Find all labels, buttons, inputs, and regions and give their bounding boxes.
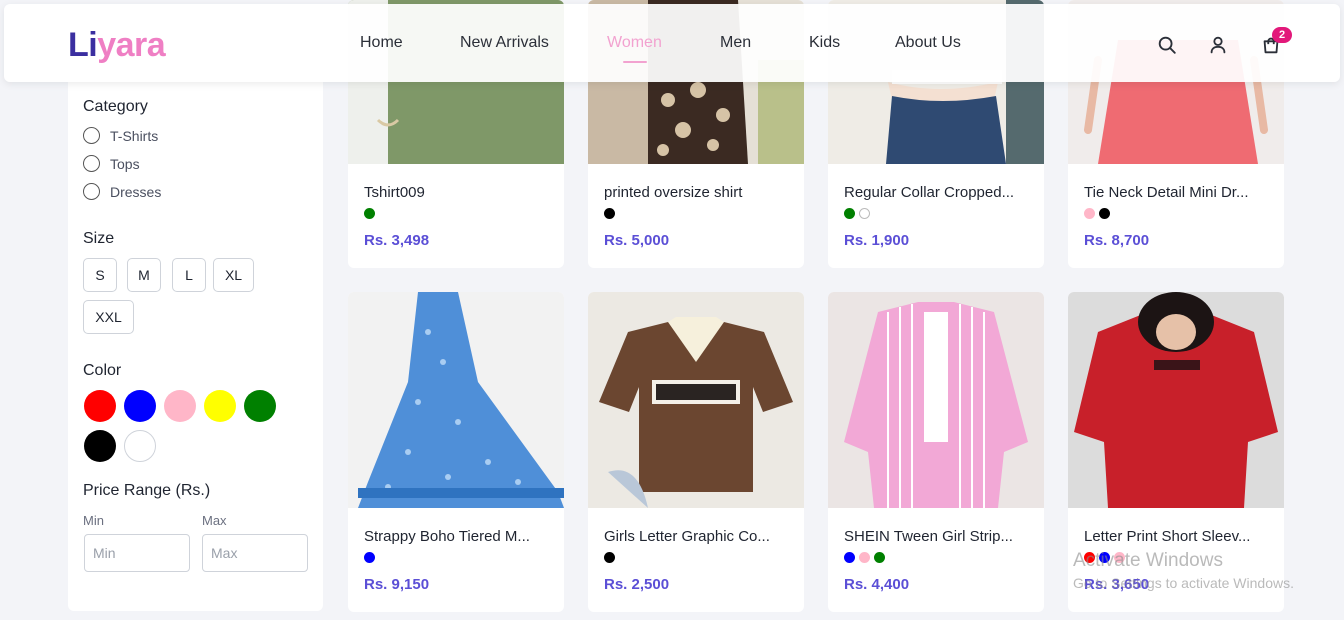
color-swatch-pink[interactable] [164,390,196,422]
nav-about-us[interactable]: About Us [895,34,961,52]
product-color-dots [844,552,885,563]
cart-count-badge: 2 [1272,27,1292,43]
search-icon[interactable] [1156,34,1178,56]
product-color-dots [844,208,870,219]
price-max-label: Max [202,513,227,528]
product-card[interactable]: Girls Letter Graphic Co... Rs. 2,500 [588,292,804,612]
new-york-polo-image [588,292,804,508]
category-option-label: Tops [110,155,140,172]
user-icon[interactable] [1207,34,1229,56]
radio-button[interactable] [83,127,100,144]
product-name[interactable]: Tshirt009 [364,184,425,201]
color-dot [604,552,615,563]
color-dot [1099,208,1110,219]
product-name[interactable]: SHEIN Tween Girl Strip... [844,528,1013,545]
product-price: Rs. 4,400 [844,576,910,593]
color-swatch-red[interactable] [84,390,116,422]
nav-women[interactable]: Women [607,34,662,52]
product-name[interactable]: printed oversize shirt [604,184,742,201]
product-price: Rs. 5,000 [604,232,670,249]
product-card[interactable]: Strappy Boho Tiered M... Rs. 9,150 [348,292,564,612]
product-color-dots [604,552,615,563]
pink-striped-shirt-image [828,292,1044,508]
category-option-label: T-Shirts [110,127,159,144]
nav-men[interactable]: Men [720,34,751,52]
color-swatch-blue[interactable] [124,390,156,422]
color-dot [859,552,870,563]
color-dot [859,208,870,219]
color-dot [844,208,855,219]
windows-activation-subtitle: Go to Settings to activate Windows. [1073,575,1294,591]
nav-new-arrivals[interactable]: New Arrivals [460,34,549,52]
color-title: Color [83,362,122,379]
color-dot [1084,208,1095,219]
size-button-s[interactable]: S [83,258,117,292]
logo-text-yara: yara [97,26,166,64]
product-name[interactable]: Letter Print Short Sleev... [1084,528,1250,545]
price-min-input[interactable] [84,534,190,572]
radio-button[interactable] [83,183,100,200]
category-option-tshirts[interactable]: T-Shirts [83,127,158,144]
color-dot [844,552,855,563]
price-range-title: Price Range (Rs.) [83,482,211,499]
windows-activation-title: Activate Windows [1073,550,1223,571]
product-name[interactable]: Tie Neck Detail Mini Dr... [1084,184,1248,201]
blue-boho-dress-image [348,292,564,508]
product-price: Rs. 2,500 [604,576,670,593]
category-title: Category [83,98,148,115]
logo-text-li: Li [68,26,98,64]
product-color-dots [1084,208,1110,219]
product-name[interactable]: Strappy Boho Tiered M... [364,528,530,545]
color-dot [364,208,375,219]
category-option-tops[interactable]: Tops [83,155,140,172]
size-button-xl[interactable]: XL [213,258,254,292]
color-swatch-white[interactable] [124,430,156,462]
color-dot [604,208,615,219]
size-title: Size [83,230,115,247]
product-color-dots [364,208,375,219]
site-header: Liyara Home New Arrivals Women Men Kids … [4,4,1340,82]
product-card[interactable]: SHEIN Tween Girl Strip... Rs. 4,400 [828,292,1044,612]
nav-active-underline [623,61,647,63]
product-name[interactable]: Regular Collar Cropped... [844,184,1014,201]
product-price: Rs. 8,700 [1084,232,1150,249]
product-color-dots [364,552,375,563]
product-price: Rs. 1,900 [844,232,910,249]
size-button-l[interactable]: L [172,258,206,292]
product-name[interactable]: Girls Letter Graphic Co... [604,528,770,545]
size-button-xxl[interactable]: XXL [83,300,134,334]
price-max-input[interactable] [202,534,308,572]
category-option-dresses[interactable]: Dresses [83,183,161,200]
color-swatch-green[interactable] [244,390,276,422]
category-option-label: Dresses [110,183,162,200]
color-swatch-black[interactable] [84,430,116,462]
red-print-tee-image [1068,292,1284,508]
filter-sidebar: Category T-Shirts Tops Dresses Size S M … [68,80,323,611]
color-swatch-yellow[interactable] [204,390,236,422]
nav-home[interactable]: Home [360,34,403,52]
color-dot [364,552,375,563]
size-button-m[interactable]: M [127,258,161,292]
price-min-label: Min [83,513,104,528]
radio-button[interactable] [83,155,100,172]
product-price: Rs. 9,150 [364,576,430,593]
brand-logo[interactable]: Liyara [68,26,166,65]
color-dot [874,552,885,563]
nav-kids[interactable]: Kids [809,34,840,52]
product-color-dots [604,208,615,219]
product-price: Rs. 3,498 [364,232,430,249]
